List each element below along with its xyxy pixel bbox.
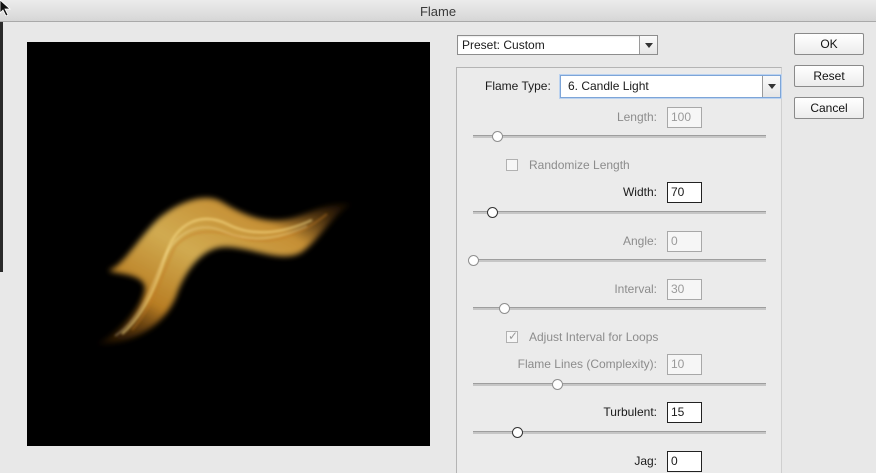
flame-lines-slider-track[interactable] [473, 383, 766, 386]
cancel-button[interactable]: Cancel [794, 97, 864, 119]
jag-field[interactable]: 0 [667, 451, 702, 472]
angle-slider-thumb[interactable] [468, 255, 479, 266]
adjust-interval-checkbox[interactable] [506, 329, 518, 343]
chevron-down-icon[interactable] [639, 36, 657, 54]
turbulent-label: Turbulent: [603, 405, 657, 419]
flame-type-label: Flame Type: [485, 79, 551, 93]
flame-type-value: 6. Candle Light [568, 79, 649, 93]
background-window-edge [0, 22, 3, 272]
width-slider-thumb[interactable] [487, 207, 498, 218]
flame-lines-slider-thumb[interactable] [552, 379, 563, 390]
flame-preview [27, 42, 430, 446]
interval-slider-track[interactable] [473, 307, 766, 310]
preset-dropdown[interactable]: Preset: Custom [457, 35, 658, 55]
length-field[interactable]: 100 [667, 107, 702, 128]
width-field[interactable]: 70 [667, 182, 702, 203]
interval-field[interactable]: 30 [667, 279, 702, 300]
angle-label: Angle: [622, 234, 657, 248]
chevron-down-icon[interactable] [762, 76, 780, 97]
flame-lines-label: Flame Lines (Complexity): [517, 357, 657, 371]
flame-type-dropdown[interactable]: 6. Candle Light [560, 75, 781, 98]
width-label: Width: [622, 185, 657, 199]
preset-value: Preset: Custom [462, 38, 545, 52]
randomize-length-checkbox[interactable] [506, 159, 518, 171]
flame-lines-field[interactable]: 10 [667, 354, 702, 375]
randomize-length-label: Randomize Length [529, 158, 630, 172]
length-label: Length: [616, 110, 657, 124]
turbulent-field[interactable]: 15 [667, 402, 702, 423]
interval-label: Interval: [614, 282, 657, 296]
flame-preview-image [97, 198, 352, 344]
adjust-interval-label: Adjust Interval for Loops [529, 330, 659, 344]
mouse-pointer-icon [0, 0, 12, 16]
length-slider-track[interactable] [473, 135, 766, 138]
interval-slider-thumb[interactable] [499, 303, 510, 314]
reset-button[interactable]: Reset [794, 65, 864, 87]
width-slider-track[interactable] [473, 211, 766, 214]
turbulent-slider-thumb[interactable] [512, 427, 523, 438]
length-slider-thumb[interactable] [492, 131, 503, 142]
angle-slider-track[interactable] [473, 259, 766, 262]
jag-label: Jag: [634, 454, 657, 468]
angle-field[interactable]: 0 [667, 231, 702, 252]
window-title: Flame [419, 4, 457, 19]
ok-button[interactable]: OK [794, 33, 864, 55]
title-bar: Flame [0, 0, 876, 22]
